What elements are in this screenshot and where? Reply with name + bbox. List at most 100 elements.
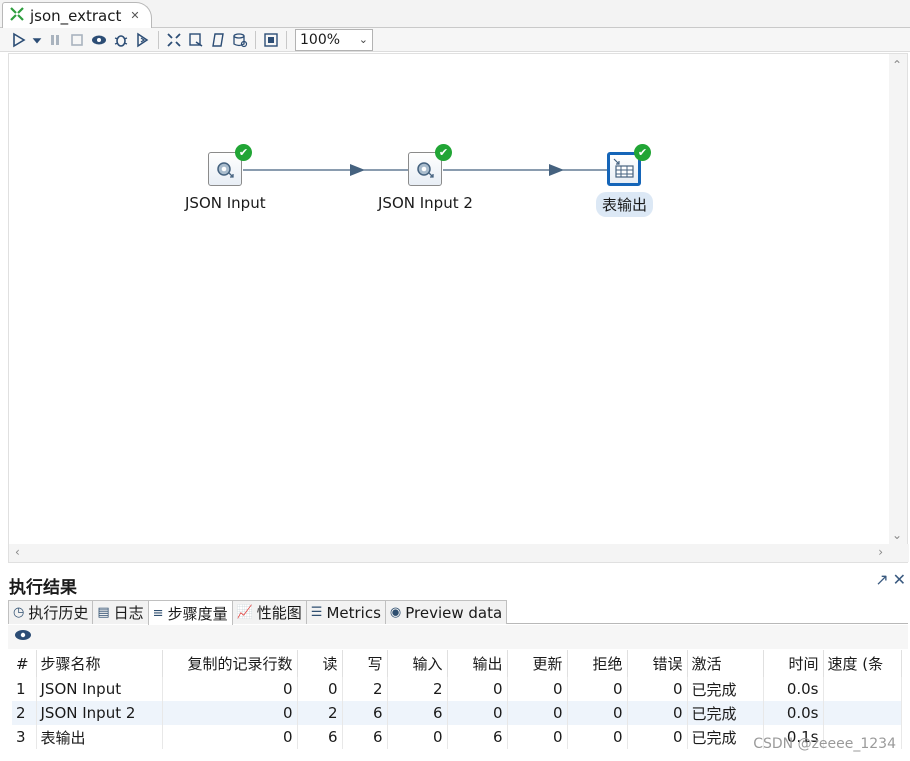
run-button[interactable] — [8, 30, 30, 50]
replay-button[interactable] — [132, 30, 154, 50]
hop-connections — [243, 164, 607, 176]
tab-step-metrics[interactable]: ≡ 步骤度量 — [147, 600, 233, 625]
success-check-icon: ✔ — [634, 144, 651, 161]
table-row[interactable]: 2 JSON Input 2 0 2 6 6 0 0 0 0 已完成 0.0s — [12, 701, 902, 725]
scroll-down-icon[interactable]: ⌄ — [892, 528, 902, 542]
eye-icon: ◉ — [389, 605, 402, 620]
metrics-toolbar — [8, 625, 908, 649]
cell-copies: 0 — [162, 701, 298, 725]
column-header[interactable]: 复制的记录行数 — [162, 650, 298, 677]
cell-errors: 0 — [627, 677, 688, 701]
step-json-input[interactable]: ✔ — [208, 144, 252, 188]
close-icon[interactable]: ✕ — [893, 570, 906, 589]
sql-button[interactable] — [207, 30, 229, 50]
column-header[interactable]: 读 — [297, 650, 343, 677]
toolbar-separator — [158, 30, 159, 49]
watermark: CSDN @zeeee_1234 — [753, 736, 896, 752]
clock-icon: ◷ — [13, 605, 25, 620]
success-check-icon: ✔ — [235, 144, 252, 161]
stop-button[interactable] — [66, 30, 88, 50]
cell-rejected: 0 — [567, 677, 628, 701]
results-tabs: ◷ 执行历史 ▤ 日志 ≡ 步骤度量 📈 性能图 ☰ Metrics ◉ Preview d… — [8, 600, 908, 625]
tab-log[interactable]: ▤ 日志 — [92, 600, 149, 624]
vertical-scrollbar[interactable]: ⌃ ⌄ — [889, 54, 907, 546]
cell-input: 0 — [387, 725, 448, 749]
transformation-canvas[interactable]: ✔ JSON Input ✔ JSON Input 2 ✔ 表输出 ⌃ ⌄ ‹ … — [8, 53, 909, 563]
tab-json-extract[interactable]: json_extract ✕ — [2, 2, 152, 28]
maximize-icon[interactable]: ↗ — [875, 570, 888, 589]
step-metrics-table: # 步骤名称 复制的记录行数 读 写 输入 输出 更新 拒绝 错误 激活 时间 … — [12, 650, 902, 749]
eye-icon — [92, 35, 106, 44]
column-header[interactable]: 写 — [342, 650, 388, 677]
results-title: 执行结果 — [9, 578, 77, 598]
scroll-right-icon[interactable]: › — [878, 545, 883, 559]
hop-arrow[interactable] — [243, 164, 408, 176]
pause-icon — [51, 34, 59, 45]
explore-db-button[interactable] — [229, 30, 251, 50]
step-table-output[interactable]: ✔ — [607, 144, 651, 188]
editor-tab-bar: json_extract ✕ — [0, 0, 910, 28]
cell-step-name: 表输出 — [36, 725, 163, 749]
zoom-value: 100% — [300, 31, 341, 48]
zoom-select[interactable]: 100% ⌄ — [295, 28, 373, 51]
close-icon[interactable]: ✕ — [130, 9, 139, 22]
cell-status: 已完成 — [687, 701, 764, 725]
preview-button[interactable] — [88, 30, 110, 50]
cell-written: 6 — [342, 725, 388, 749]
verify-button[interactable] — [163, 30, 185, 50]
show-active-eye-icon[interactable] — [14, 629, 32, 645]
scroll-left-icon[interactable]: ‹ — [15, 545, 20, 559]
column-header[interactable]: 输入 — [387, 650, 448, 677]
column-header[interactable]: 激活 — [687, 650, 764, 677]
column-header[interactable]: 速度 (条 — [823, 650, 902, 677]
cell-errors: 0 — [627, 725, 688, 749]
tab-label: 执行历史 — [28, 604, 89, 622]
column-header[interactable]: 错误 — [627, 650, 688, 677]
cell-time: 0.0s — [763, 677, 824, 701]
cell-speed — [823, 701, 902, 725]
cell-time: 0.0s — [763, 701, 824, 725]
hop-arrow[interactable] — [443, 164, 607, 176]
metrics-icon: ☰ — [310, 605, 323, 620]
scroll-up-icon[interactable]: ⌃ — [892, 58, 902, 72]
step-json-input-2[interactable]: ✔ — [408, 144, 452, 188]
cell-index: 1 — [12, 677, 37, 701]
run-options-button[interactable] — [30, 30, 44, 50]
replay-icon — [137, 32, 149, 47]
column-header[interactable]: 输出 — [447, 650, 508, 677]
bug-icon — [114, 34, 128, 47]
toolbar-separator — [255, 30, 256, 49]
tab-performance-graph[interactable]: 📈 性能图 — [231, 600, 307, 624]
verify-icon — [167, 32, 181, 47]
pause-button[interactable] — [44, 30, 66, 50]
tab-metrics[interactable]: ☰ Metrics — [305, 600, 386, 624]
tab-preview-data[interactable]: ◉ Preview data — [384, 600, 508, 624]
grid-icon — [264, 32, 278, 47]
tab-history[interactable]: ◷ 执行历史 — [8, 600, 94, 624]
align-button[interactable] — [260, 30, 282, 50]
tab-label: 性能图 — [256, 604, 302, 622]
cell-written: 6 — [342, 701, 388, 725]
cell-status: 已完成 — [687, 725, 764, 749]
tab-label: Metrics — [326, 603, 381, 622]
transformation-icon — [9, 6, 25, 26]
table-row[interactable]: 1 JSON Input 0 0 2 2 0 0 0 0 已完成 0.0s — [12, 677, 902, 701]
debug-button[interactable] — [110, 30, 132, 50]
tab-title: json_extract — [30, 6, 122, 25]
column-header[interactable]: 更新 — [507, 650, 568, 677]
horizontal-scrollbar[interactable]: ‹ › — [9, 544, 909, 562]
step-label: JSON Input — [185, 194, 266, 212]
column-header[interactable]: 拒绝 — [567, 650, 628, 677]
impact-button[interactable] — [185, 30, 207, 50]
impact-icon — [189, 32, 203, 47]
column-header[interactable]: 时间 — [763, 650, 824, 677]
results-controls: ↗ ✕ — [875, 570, 906, 589]
toolbar-separator — [286, 30, 287, 49]
play-icon — [13, 32, 26, 47]
column-header[interactable]: 步骤名称 — [36, 650, 163, 677]
cell-copies: 0 — [162, 725, 298, 749]
tab-label: 日志 — [113, 604, 144, 622]
column-header[interactable]: # — [12, 650, 37, 677]
cell-errors: 0 — [627, 701, 688, 725]
cell-status: 已完成 — [687, 677, 764, 701]
